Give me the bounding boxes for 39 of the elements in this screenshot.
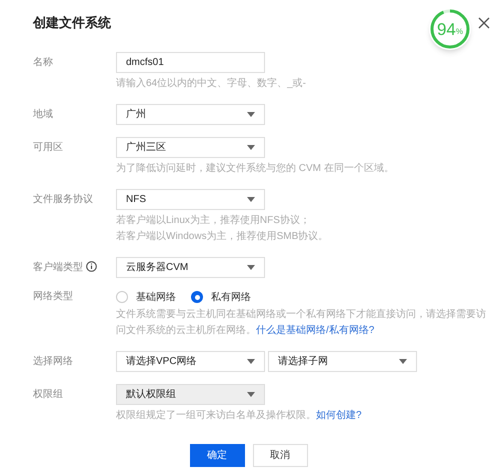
field-label: 文件服务协议	[33, 193, 93, 206]
help-text: 文件系统需要与云主机同在基础网络或一个私有网络下才能直接访问，请选择需要访问文件系统的云主机所在网络。什么是基础网络/私有网络?	[116, 308, 487, 338]
info-icon[interactable]	[86, 261, 97, 272]
field-label: 权限组	[33, 388, 63, 401]
name-input[interactable]: dmcfs01	[116, 52, 265, 73]
confirm-button[interactable]: 确定	[190, 444, 244, 467]
dropdown[interactable]: 请选择VPC网络	[116, 351, 265, 372]
caret-icon	[399, 359, 407, 364]
dropdown[interactable]: 广州三区	[116, 137, 265, 158]
caret-icon	[247, 359, 255, 364]
dropdown[interactable]: NFS	[116, 189, 265, 210]
help-text: 权限组规定了一组可来访白名单及操作权限。如何创建?	[116, 408, 363, 423]
close-icon[interactable]	[478, 16, 490, 30]
dropdown[interactable]: 广州	[116, 104, 265, 125]
caret-icon	[247, 392, 255, 397]
caret-icon	[247, 145, 255, 150]
score-unit: %	[456, 28, 464, 36]
help-link[interactable]: 什么是基础网络/私有网络?	[256, 325, 374, 336]
field-label: 地域	[33, 108, 53, 121]
caret-icon	[247, 265, 255, 270]
field-label: 名称	[33, 56, 53, 69]
caret-icon	[247, 112, 255, 117]
radio-option[interactable]: 私有网络	[191, 290, 251, 304]
field-label: 可用区	[33, 141, 63, 154]
cancel-button[interactable]: 取消	[252, 444, 308, 467]
hint-text: 为了降低访问延时，建议文件系统与您的 CVM 在同一个区域。	[116, 162, 395, 176]
progress-ring	[429, 8, 471, 50]
score-value: 94	[436, 20, 456, 38]
radio-option[interactable]: 基础网络	[116, 290, 176, 304]
field-label: 选择网络	[33, 355, 73, 368]
caret-icon	[247, 197, 255, 202]
dialog-title: 创建文件系统	[33, 15, 111, 31]
dropdown[interactable]: 请选择子网	[268, 351, 417, 372]
hint-text: 若客户端以Windows为主，推荐使用SMB协议。	[116, 230, 330, 244]
field-label: 客户端类型	[33, 261, 83, 274]
field-label: 网络类型	[33, 290, 73, 303]
hint-text: 若客户端以Linux为主，推荐使用NFS协议；	[116, 214, 311, 228]
dropdown[interactable]: 云服务器CVM	[116, 257, 265, 278]
hint-text: 请输入64位以内的中文、字母、数字、_或-	[116, 76, 308, 91]
